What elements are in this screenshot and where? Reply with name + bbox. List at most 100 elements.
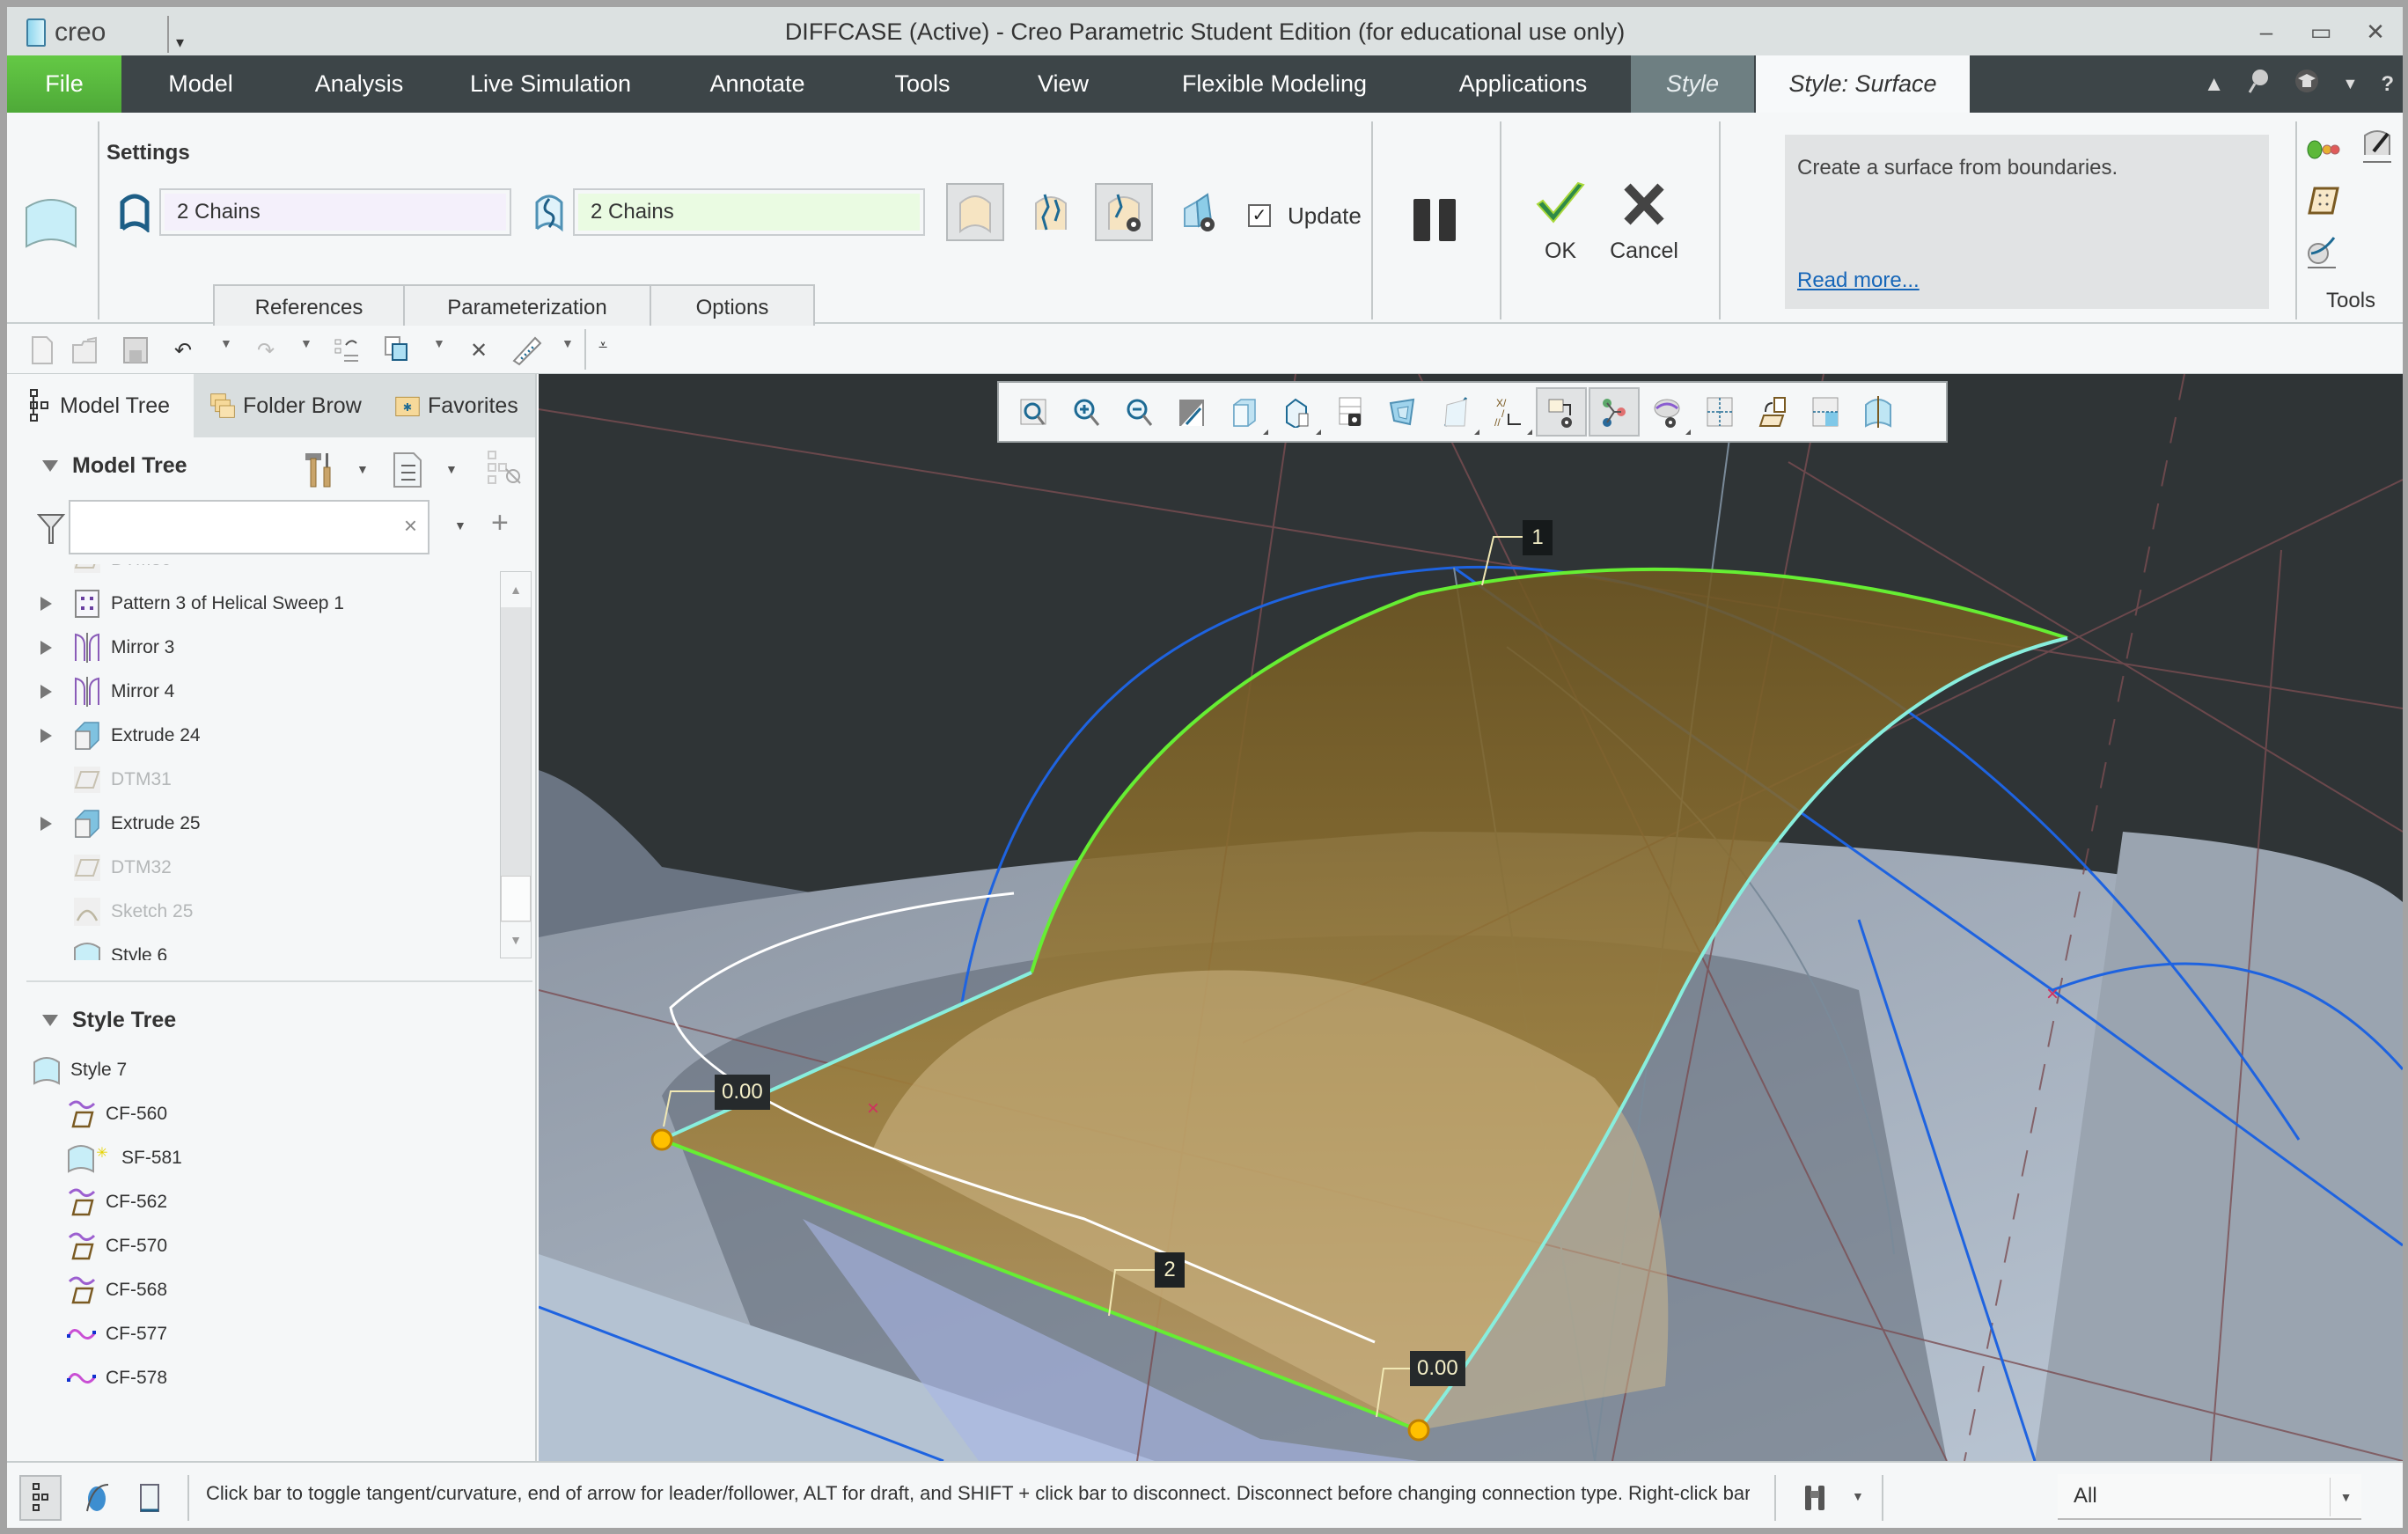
tree-item[interactable]: Sketch 25 [7,890,496,934]
flyout-indicator-icon[interactable] [1527,429,1532,435]
zoom-in-button[interactable] [1061,387,1112,437]
view-manager-button[interactable] [1325,387,1376,437]
surface-analysis-button[interactable] [1641,387,1692,437]
curve-points-button[interactable] [1589,387,1640,437]
filter-icon[interactable] [36,513,66,549]
cancel-button[interactable]: Cancel [1604,181,1684,264]
spin-center-button[interactable] [1536,387,1587,437]
measure-icon[interactable] [510,334,542,366]
undo-icon[interactable]: ↶ [167,334,199,366]
saved-orientations-button[interactable] [1272,387,1323,437]
search-input[interactable] [70,502,387,551]
tab-view[interactable]: View [993,55,1134,113]
style-tree-item[interactable]: CF-577 [67,1312,167,1356]
redo-dropdown-icon[interactable]: ▼ [300,336,312,350]
expand-icon[interactable] [40,729,72,743]
options-dropdown-icon[interactable]: ▼ [2343,75,2359,93]
flyout-indicator-icon[interactable] [1263,429,1268,435]
style-tree-header[interactable]: Style Tree [42,1008,176,1033]
tree-item[interactable]: DTM32 [7,846,496,890]
connection-status-button[interactable] [2306,137,2341,166]
read-more-link[interactable]: Read more... [1797,268,1920,293]
regenerate-icon[interactable] [331,334,363,366]
tree-item[interactable]: DTM31 [7,758,496,802]
display-style-button[interactable] [1219,387,1270,437]
subtab-references[interactable]: References [213,284,405,330]
expand-icon[interactable] [40,817,72,831]
windows-dropdown-icon[interactable]: ▼ [433,336,445,350]
tab-applications[interactable]: Applications [1415,55,1631,113]
section-view-button[interactable] [1853,387,1904,437]
open-file-icon[interactable] [70,334,102,366]
refit-button[interactable] [1008,387,1059,437]
new-file-icon[interactable] [26,334,58,366]
ok-button[interactable]: OK [1530,181,1591,264]
tab-analysis[interactable]: Analysis [280,55,438,113]
flyout-indicator-icon[interactable] [1474,429,1479,435]
tab-tools[interactable]: Tools [852,55,993,113]
subtab-parameterization[interactable]: Parameterization [403,284,651,330]
help-icon[interactable]: ? [2381,72,2394,97]
style-tree-root[interactable]: Style 7 [32,1048,127,1092]
find-dropdown-icon[interactable]: ▼ [1852,1489,1864,1503]
expand-icon[interactable] [40,597,72,611]
settings-tools-button[interactable] [302,450,334,493]
update-checkbox[interactable]: ✓ [1248,204,1271,227]
close-window-icon[interactable]: ✕ [463,334,495,366]
plane-tool-button[interactable] [2308,185,2339,221]
show-button[interactable] [393,451,422,493]
add-filter-icon[interactable]: + [491,506,509,540]
tab-annotate[interactable]: Annotate [663,55,852,113]
maximize-button[interactable]: ▭ [2294,14,2348,49]
curve-analysis-tool-button[interactable] [2361,128,2393,170]
subtab-options[interactable]: Options [650,284,815,330]
tree-item[interactable]: Mirror 4 [7,670,496,714]
flyout-indicator-icon[interactable] [1685,429,1691,435]
minimize-button[interactable]: – [2239,14,2294,49]
secondary-chain-collector[interactable]: 2 Chains [573,188,925,236]
pause-button[interactable] [1413,199,1457,248]
expand-icon[interactable] [40,641,72,655]
model-canvas[interactable]: × × [539,374,2403,1461]
windows-icon[interactable] [381,334,413,366]
tab-file[interactable]: File [7,55,121,113]
redo-icon[interactable]: ↷ [250,334,282,366]
search-icon[interactable] [2248,68,2271,100]
settings-dropdown-icon[interactable]: ▼ [356,462,369,476]
tab-folder-browser[interactable]: Folder Brow [209,374,377,437]
curvature-analysis-button[interactable] [1169,183,1227,241]
scroll-up-icon[interactable]: ▲ [501,572,531,607]
tab-favorites[interactable]: ✱ Favorites [394,374,535,437]
annotation-display-button[interactable]: X//// [1483,387,1534,437]
clear-search-icon[interactable]: × [404,512,417,539]
tree-item[interactable]: Extrude 24 [7,714,496,758]
tangency-label-start[interactable]: 0.00 [715,1075,770,1110]
scrollbar-thumb[interactable] [501,876,531,921]
close-button[interactable]: ✕ [2348,14,2403,49]
filter-dropdown-icon[interactable]: ▼ [454,518,466,532]
show-dropdown-icon[interactable]: ▼ [445,462,458,476]
style-tree-item[interactable]: ✳ SF-581 [67,1136,182,1180]
measure-dropdown-icon[interactable]: ▼ [562,336,574,350]
model-tree-header[interactable]: Model Tree [42,453,187,479]
tree-item[interactable]: Pattern 3 of Helical Sweep 1 [7,582,496,626]
undo-dropdown-icon[interactable]: ▼ [220,336,232,350]
flyout-indicator-icon[interactable] [1316,429,1321,435]
tree-filter-toggle[interactable] [487,450,522,491]
tab-style-surface[interactable]: Style: Surface [1756,55,1970,113]
style-tree-item[interactable]: CF-560 [67,1092,167,1136]
boundary-label-1[interactable]: 1 [1523,520,1553,555]
boundary-label-2[interactable]: 2 [1155,1252,1185,1288]
find-button[interactable] [1794,1475,1836,1521]
internal-curves-button[interactable] [1022,183,1080,241]
connection-display-button[interactable] [1095,183,1153,241]
minimize-ribbon-icon[interactable]: ▲ [2204,72,2225,97]
browser-toggle-button[interactable] [76,1475,118,1521]
zoom-out-button[interactable] [1113,387,1164,437]
curve-endpoint-start[interactable] [650,1128,673,1151]
section-analysis-button[interactable] [2306,234,2339,275]
tab-live-simulation[interactable]: Live Simulation [438,55,663,113]
tangency-label-end[interactable]: 0.00 [1410,1351,1465,1386]
selection-filter-dropdown[interactable]: All ▼ [2058,1474,2361,1520]
internal-plane-button[interactable] [1800,387,1851,437]
